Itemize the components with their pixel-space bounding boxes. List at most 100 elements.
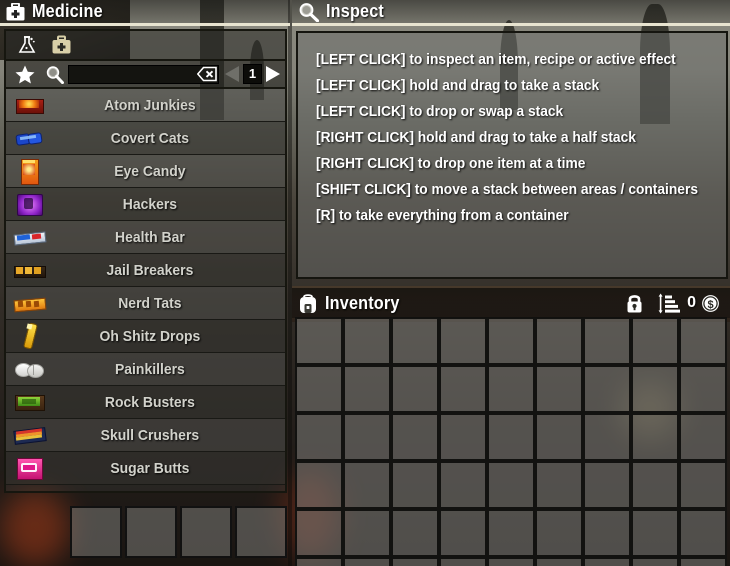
lock-icon[interactable] xyxy=(625,293,644,314)
inventory-slot[interactable] xyxy=(439,317,487,365)
favorites-star-button[interactable] xyxy=(10,65,40,84)
inventory-slot[interactable] xyxy=(439,413,487,461)
inventory-slot[interactable] xyxy=(679,413,727,461)
medicine-panel-header: Medicine xyxy=(0,0,290,26)
inventory-slot[interactable] xyxy=(295,317,343,365)
inventory-slot[interactable] xyxy=(343,461,391,509)
inventory-slot[interactable] xyxy=(391,509,439,557)
inventory-slot[interactable] xyxy=(583,557,631,566)
inventory-slot[interactable] xyxy=(583,413,631,461)
inventory-slot[interactable] xyxy=(535,317,583,365)
inventory-slot[interactable] xyxy=(391,461,439,509)
sidebar-item-medicine[interactable] xyxy=(49,33,73,57)
inventory-slot[interactable] xyxy=(487,365,535,413)
item-covert-cats-icon xyxy=(6,122,52,155)
search-input[interactable] xyxy=(69,65,218,83)
inventory-slot[interactable] xyxy=(295,461,343,509)
item-health-bar-icon xyxy=(6,221,52,254)
clear-search-button[interactable] xyxy=(197,66,217,82)
hotbar-slot[interactable] xyxy=(70,506,122,558)
inventory-slot[interactable] xyxy=(343,413,391,461)
hotbar-slot[interactable] xyxy=(235,506,287,558)
inventory-slot[interactable] xyxy=(439,461,487,509)
search-field-wrapper[interactable] xyxy=(68,64,219,84)
inventory-slot[interactable] xyxy=(583,365,631,413)
inventory-slot[interactable] xyxy=(343,557,391,566)
list-item[interactable]: Covert Cats xyxy=(6,122,285,155)
inventory-slot[interactable] xyxy=(535,461,583,509)
inventory-slot[interactable] xyxy=(391,413,439,461)
inventory-slot[interactable] xyxy=(535,509,583,557)
inventory-slot[interactable] xyxy=(487,509,535,557)
list-item[interactable]: Oh Shitz Drops xyxy=(6,320,285,353)
inventory-slot[interactable] xyxy=(535,557,583,566)
list-item[interactable]: Sugar Butts xyxy=(6,452,285,485)
inventory-slot[interactable] xyxy=(487,413,535,461)
hint-line: [SHIFT CLICK] to move a stack between ar… xyxy=(316,182,698,198)
inventory-slot[interactable] xyxy=(631,461,679,509)
inventory-slot[interactable] xyxy=(679,461,727,509)
next-page-button[interactable] xyxy=(264,65,281,83)
inventory-slot[interactable] xyxy=(487,557,535,566)
inventory-slot[interactable] xyxy=(439,509,487,557)
list-item-label: Atom Junkies xyxy=(104,96,196,114)
inventory-grid[interactable] xyxy=(295,317,730,566)
inventory-slot[interactable] xyxy=(631,413,679,461)
hotbar[interactable] xyxy=(70,506,287,558)
inspect-panel: [LEFT CLICK] to inspect an item, recipe … xyxy=(296,31,728,279)
inventory-slot[interactable] xyxy=(343,509,391,557)
inventory-slot[interactable] xyxy=(535,365,583,413)
list-item[interactable]: Skull Crushers xyxy=(6,419,285,452)
sidebar-item-chemistry[interactable] xyxy=(15,33,39,57)
inventory-slot[interactable] xyxy=(583,317,631,365)
list-item[interactable]: Atom Junkies xyxy=(6,89,285,122)
inventory-slot[interactable] xyxy=(343,365,391,413)
list-item-label: Health Bar xyxy=(115,228,185,246)
inventory-slot[interactable] xyxy=(487,461,535,509)
prev-page-button[interactable] xyxy=(224,65,241,83)
inventory-slot[interactable] xyxy=(295,557,343,566)
inventory-slot[interactable] xyxy=(631,557,679,566)
inventory-slot[interactable] xyxy=(679,509,727,557)
inventory-slot[interactable] xyxy=(391,557,439,566)
list-item[interactable]: Rock Busters xyxy=(6,386,285,419)
sort-ascending-icon[interactable] xyxy=(658,293,681,314)
hint-line: [LEFT CLICK] to drop or swap a stack xyxy=(316,104,564,120)
inspect-title: Inspect xyxy=(326,1,384,21)
inventory-slot[interactable] xyxy=(631,509,679,557)
inventory-slot[interactable] xyxy=(295,509,343,557)
item-jail-breakers-icon xyxy=(6,254,52,287)
inventory-slot[interactable] xyxy=(535,413,583,461)
inventory-slot[interactable] xyxy=(487,317,535,365)
medicine-item-list[interactable]: Atom Junkies Covert Cats Eye Candy Hacke… xyxy=(6,89,285,491)
hotbar-slot[interactable] xyxy=(180,506,232,558)
list-item[interactable]: Health Bar xyxy=(6,221,285,254)
inventory-slot[interactable] xyxy=(295,365,343,413)
inventory-slot[interactable] xyxy=(679,317,727,365)
list-item-label: Sugar Butts xyxy=(110,459,190,477)
money-amount: 0 xyxy=(687,294,696,311)
inventory-slot[interactable] xyxy=(295,413,343,461)
hotbar-slot[interactable] xyxy=(125,506,177,558)
list-item[interactable]: Hackers xyxy=(6,188,285,221)
inventory-slot[interactable] xyxy=(391,365,439,413)
inventory-slot[interactable] xyxy=(439,557,487,566)
list-item[interactable]: Eye Candy xyxy=(6,155,285,188)
inventory-slot[interactable] xyxy=(343,317,391,365)
inventory-slot[interactable] xyxy=(679,557,727,566)
inventory-slot[interactable] xyxy=(631,317,679,365)
medkit-icon xyxy=(6,2,25,21)
inventory-slot[interactable] xyxy=(583,461,631,509)
inventory-slot[interactable] xyxy=(583,509,631,557)
inventory-slot[interactable] xyxy=(391,317,439,365)
item-rock-busters-icon xyxy=(6,386,52,419)
item-atom-junkies-icon xyxy=(6,89,52,122)
inventory-slot[interactable] xyxy=(439,365,487,413)
list-item[interactable]: Jail Breakers xyxy=(6,254,285,287)
background-ember-glow xyxy=(0,490,70,566)
inventory-slot[interactable] xyxy=(679,365,727,413)
list-item[interactable]: Painkillers xyxy=(6,353,285,386)
list-item[interactable]: Nerd Tats xyxy=(6,287,285,320)
search-icon[interactable] xyxy=(40,65,68,84)
inventory-slot[interactable] xyxy=(631,365,679,413)
